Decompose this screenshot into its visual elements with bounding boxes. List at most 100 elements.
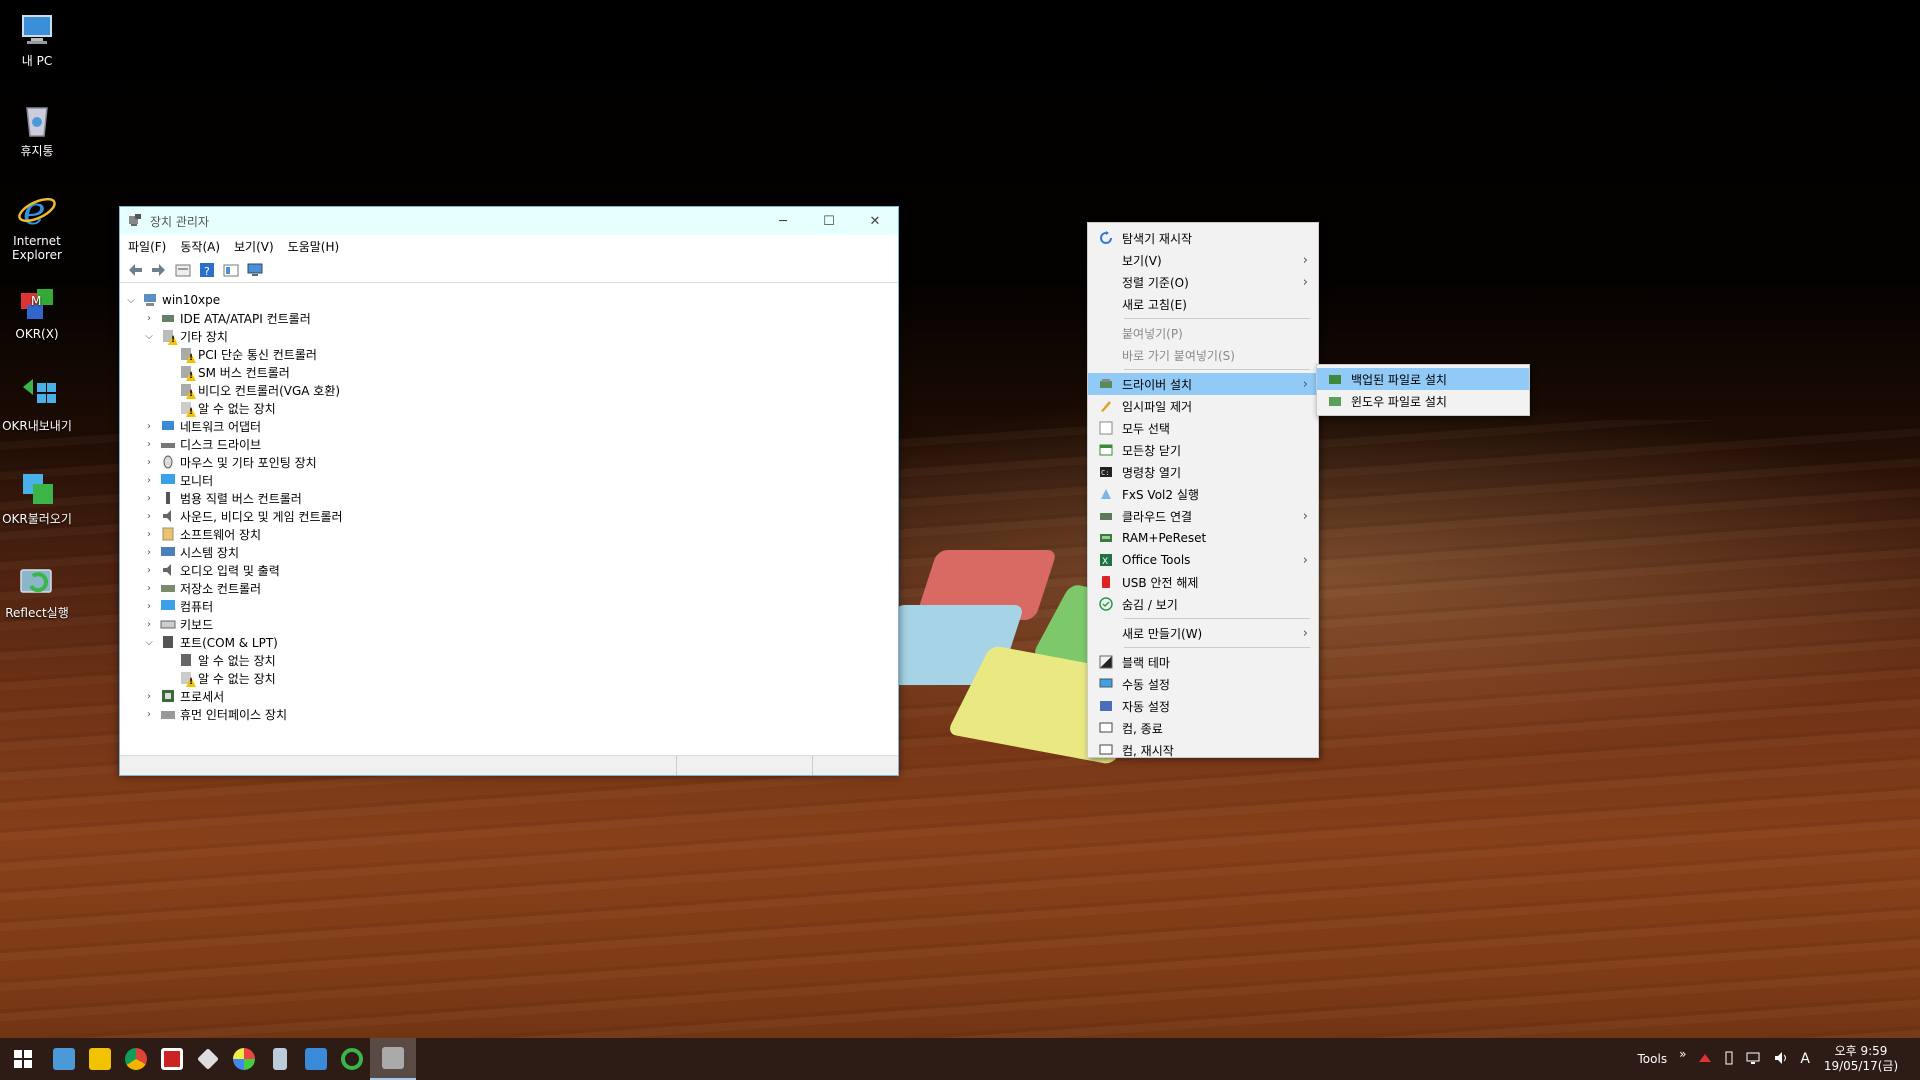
- tree-node[interactable]: 알 수 없는 장치: [120, 651, 898, 669]
- menu-action[interactable]: 동작(A): [180, 238, 220, 255]
- taskbar-sync-app[interactable]: [334, 1038, 370, 1080]
- menu-item-clear-temp[interactable]: 임시파일 제거: [1088, 395, 1318, 417]
- properties-icon[interactable]: [174, 261, 192, 279]
- tree-node[interactable]: 비디오 컨트롤러(VGA 호환): [120, 381, 898, 399]
- menu-item-hide-show[interactable]: 숨김 / 보기: [1088, 593, 1318, 615]
- menu-item-new[interactable]: 새로 만들기(W) ›: [1088, 622, 1318, 644]
- menu-item-shutdown[interactable]: 컴, 종료: [1088, 717, 1318, 739]
- usb-tray-icon[interactable]: [1724, 1051, 1734, 1068]
- expand-icon[interactable]: ›: [142, 313, 156, 324]
- tree-node[interactable]: › 휴먼 인터페이스 장치: [120, 705, 898, 723]
- back-icon[interactable]: [126, 261, 144, 279]
- tree-node[interactable]: › 마우스 및 기타 포인팅 장치: [120, 453, 898, 471]
- submenu-item-backup-install[interactable]: 백업된 파일로 설치: [1317, 368, 1529, 390]
- minimize-button[interactable]: ─: [760, 207, 806, 235]
- ime-indicator[interactable]: A: [1800, 1051, 1810, 1067]
- start-button[interactable]: [0, 1038, 46, 1080]
- desktop-icon-reflect[interactable]: Reflect실행: [0, 562, 74, 620]
- tree-node[interactable]: › 범용 직렬 버스 컨트롤러: [120, 489, 898, 507]
- tree-node[interactable]: › 네트워크 어댑터: [120, 417, 898, 435]
- collapse-icon[interactable]: ⌵: [142, 637, 156, 648]
- menu-item-ram-pereset[interactable]: RAM+PeReset: [1088, 527, 1318, 549]
- show-hidden-icons-icon[interactable]: [1698, 1052, 1712, 1067]
- menu-item-cloud-connect[interactable]: 클라우드 연결 ›: [1088, 505, 1318, 527]
- close-button[interactable]: ✕: [852, 207, 898, 235]
- desktop-icon-internet-explorer[interactable]: e Internet Explorer: [0, 189, 74, 262]
- tree-node[interactable]: › 모니터: [120, 471, 898, 489]
- desktop-icon-okr[interactable]: M OKR(X): [0, 283, 74, 341]
- taskbar-chrome-app[interactable]: [118, 1038, 154, 1080]
- taskbar-network-app[interactable]: [298, 1038, 334, 1080]
- menu-item-restart[interactable]: 컴, 재시작: [1088, 739, 1318, 761]
- tree-node[interactable]: › 시스템 장치: [120, 543, 898, 561]
- expand-icon[interactable]: ›: [142, 439, 156, 450]
- expand-icon[interactable]: ›: [142, 583, 156, 594]
- tree-node[interactable]: SM 버스 컨트롤러: [120, 363, 898, 381]
- menu-item-select-all[interactable]: 모두 선택: [1088, 417, 1318, 439]
- menu-item-close-all-windows[interactable]: 모든창 닫기: [1088, 439, 1318, 461]
- clock[interactable]: 오후 9:59 19/05/17(금): [1816, 1044, 1906, 1074]
- expand-icon[interactable]: ›: [142, 691, 156, 702]
- taskbar-tool-app[interactable]: [190, 1038, 226, 1080]
- menu-item-fxs-vol2[interactable]: FxS Vol2 실행: [1088, 483, 1318, 505]
- tree-node[interactable]: › 프로세서: [120, 687, 898, 705]
- menu-item-open-console[interactable]: C: 명령창 열기: [1088, 461, 1318, 483]
- tree-node[interactable]: 알 수 없는 장치: [120, 399, 898, 417]
- expand-icon[interactable]: ›: [142, 511, 156, 522]
- tree-node[interactable]: › 컴퓨터: [120, 597, 898, 615]
- taskbar-player-app[interactable]: [82, 1038, 118, 1080]
- tree-node[interactable]: › 디스크 드라이브: [120, 435, 898, 453]
- tools-toolbar-label[interactable]: Tools: [1638, 1052, 1668, 1066]
- menu-item-install-driver[interactable]: 드라이버 설치 ›: [1088, 373, 1318, 395]
- menu-item-auto-setting[interactable]: 자동 설정: [1088, 695, 1318, 717]
- taskbar-file-app[interactable]: [262, 1038, 298, 1080]
- expand-icon[interactable]: ›: [142, 547, 156, 558]
- maximize-button[interactable]: ☐: [806, 207, 852, 235]
- tree-node[interactable]: PCI 단순 통신 컨트롤러: [120, 345, 898, 363]
- network-tray-icon[interactable]: [1746, 1051, 1762, 1068]
- menu-item-refresh[interactable]: 새로 고침(E): [1088, 293, 1318, 315]
- expand-icon[interactable]: ›: [142, 709, 156, 720]
- tree-node[interactable]: › 키보드: [120, 615, 898, 633]
- tree-node[interactable]: › 소프트웨어 장치: [120, 525, 898, 543]
- desktop-icon-recycle-bin[interactable]: 휴지통: [0, 100, 74, 158]
- taskbar-device-manager-app[interactable]: [370, 1038, 416, 1080]
- collapse-icon[interactable]: ⌵: [142, 331, 156, 342]
- show-hidden-icon[interactable]: [222, 261, 240, 279]
- submenu-item-windows-file-install[interactable]: 윈도우 파일로 설치: [1317, 390, 1529, 412]
- scan-hardware-icon[interactable]: [246, 261, 264, 279]
- expand-icon[interactable]: ›: [142, 601, 156, 612]
- menu-item-view[interactable]: 보기(V) ›: [1088, 249, 1318, 271]
- taskbar-explorer-app[interactable]: [46, 1038, 82, 1080]
- menu-file[interactable]: 파일(F): [128, 238, 166, 255]
- menu-item-restart-explorer[interactable]: 탐색기 재시작: [1088, 227, 1318, 249]
- desktop-icon-okr-import[interactable]: OKR불러오기: [0, 468, 74, 526]
- tree-node[interactable]: ⌵ win10xpe: [120, 291, 898, 309]
- title-bar[interactable]: 장치 관리자 ─ ☐ ✕: [120, 207, 898, 235]
- menu-item-paste[interactable]: 붙여넣기(P): [1088, 322, 1318, 344]
- menu-item-manual-setting[interactable]: 수동 설정: [1088, 673, 1318, 695]
- menu-item-usb-eject[interactable]: USB 안전 해제: [1088, 571, 1318, 593]
- tree-node[interactable]: 알 수 없는 장치: [120, 669, 898, 687]
- expand-icon[interactable]: ›: [142, 565, 156, 576]
- menu-item-office-tools[interactable]: X Office Tools ›: [1088, 549, 1318, 571]
- expand-icon[interactable]: ›: [142, 619, 156, 630]
- menu-help[interactable]: 도움말(H): [288, 238, 340, 255]
- help-icon[interactable]: ?: [198, 261, 216, 279]
- menu-item-black-theme[interactable]: 블랙 테마: [1088, 651, 1318, 673]
- volume-icon[interactable]: [1774, 1051, 1788, 1068]
- expand-icon[interactable]: ›: [142, 421, 156, 432]
- expand-icon[interactable]: ›: [142, 529, 156, 540]
- tree-node[interactable]: ⌵ 포트(COM & LPT): [120, 633, 898, 651]
- expand-icon[interactable]: ›: [142, 475, 156, 486]
- tree-node[interactable]: › IDE ATA/ATAPI 컨트롤러: [120, 309, 898, 327]
- menu-item-sort-by[interactable]: 정렬 기준(O) ›: [1088, 271, 1318, 293]
- chevron-double-right-icon[interactable]: »: [1679, 1047, 1686, 1061]
- device-manager-window[interactable]: 장치 관리자 ─ ☐ ✕ 파일(F) 동작(A) 보기(V) 도움말(H) ? …: [119, 206, 899, 776]
- taskbar-red-app[interactable]: [154, 1038, 190, 1080]
- collapse-icon[interactable]: ⌵: [124, 295, 138, 306]
- tree-node[interactable]: › 오디오 입력 및 출력: [120, 561, 898, 579]
- desktop-icon-okr-export[interactable]: OKR내보내기: [0, 375, 74, 433]
- expand-icon[interactable]: ›: [142, 457, 156, 468]
- menu-view[interactable]: 보기(V): [234, 238, 274, 255]
